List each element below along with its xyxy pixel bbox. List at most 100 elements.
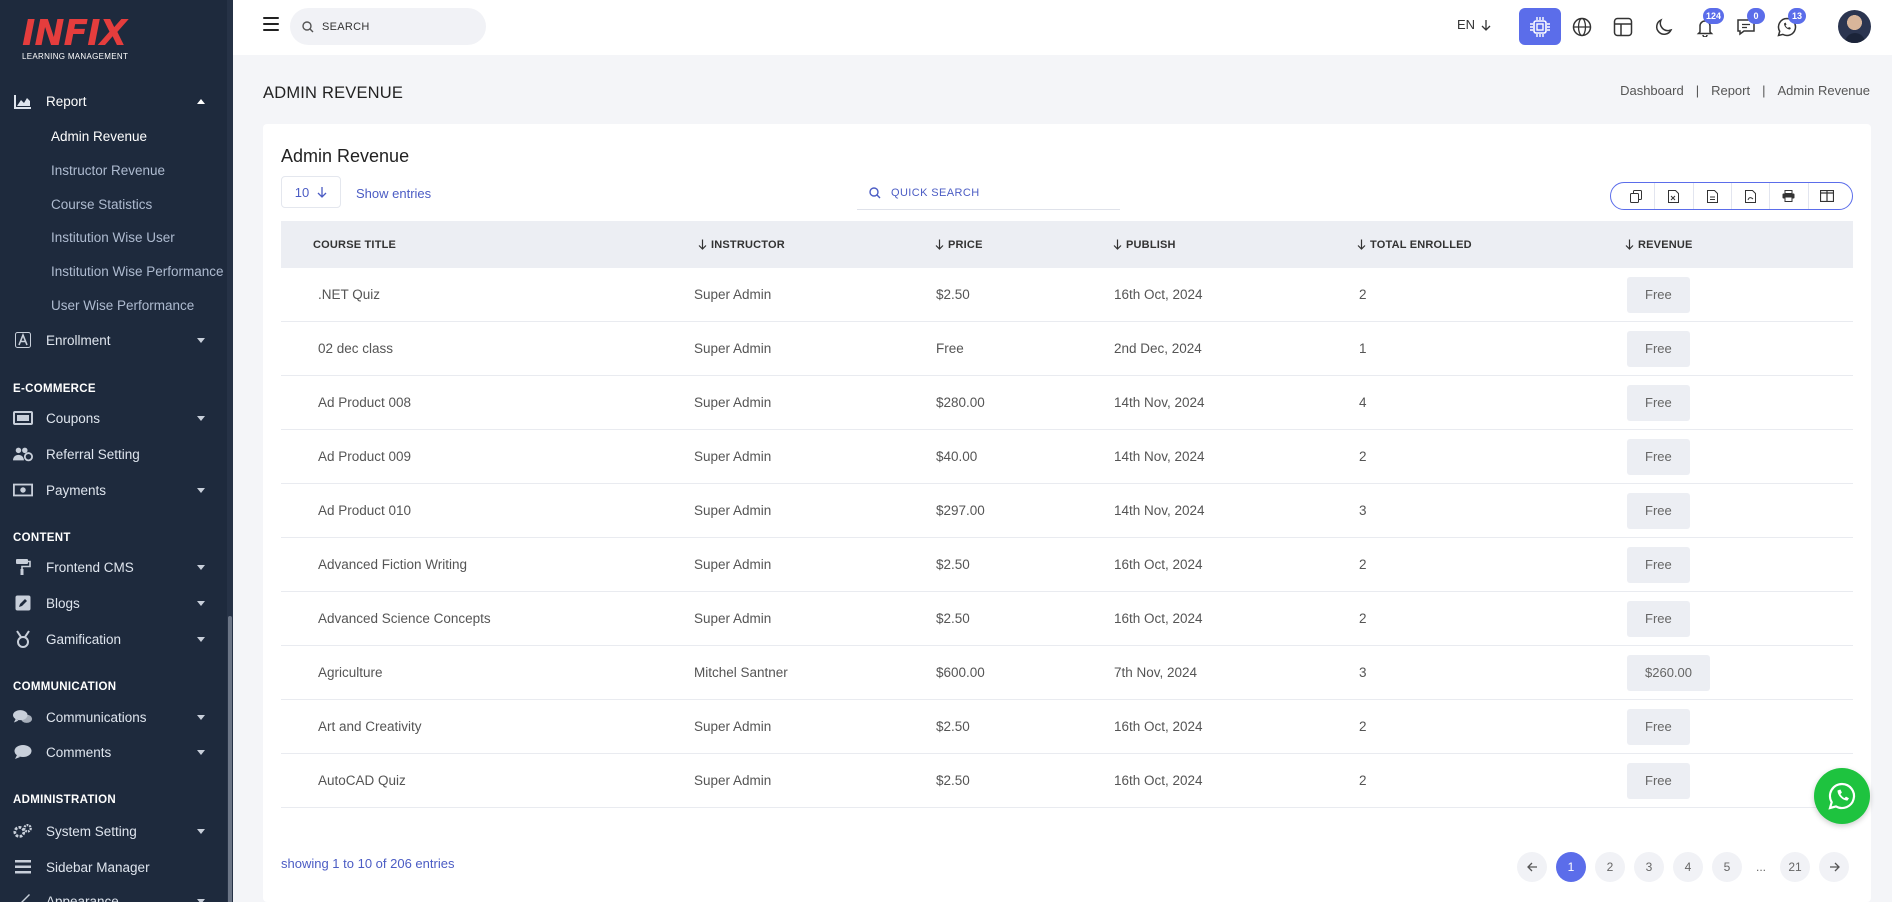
sidebar-section-content: CONTENT [13, 532, 71, 544]
sidebar: INFIX LEARNING MANAGEMENT Report Admin R… [0, 0, 233, 902]
cell-revenue: Free [1627, 430, 1690, 483]
layout-icon [1613, 17, 1633, 36]
prev-page-button[interactable] [1517, 852, 1547, 882]
column-total-enrolled[interactable]: TOTAL ENROLLED [1357, 239, 1472, 251]
breadcrumb-separator: | [1695, 83, 1700, 98]
sidebar-subitem-course-statistics[interactable]: Course Statistics [51, 197, 152, 212]
search-icon [302, 20, 314, 32]
sort-arrow-icon [1357, 239, 1366, 250]
revenue-badge: Free [1627, 492, 1690, 529]
sidebar-item-label: System Setting [46, 823, 137, 839]
chart-area-icon [13, 93, 33, 109]
whatsapp-icon [1828, 782, 1856, 810]
cell-instructor: Super Admin [694, 719, 772, 734]
sidebar-subitem-admin-revenue[interactable]: Admin Revenue [51, 129, 147, 144]
header-search[interactable] [290, 8, 486, 45]
arrow-left-icon [1526, 862, 1537, 872]
sidebar-scroll-thumb[interactable] [228, 616, 232, 902]
cpu-settings-button[interactable] [1519, 8, 1561, 45]
cell-instructor: Super Admin [694, 395, 772, 410]
logo[interactable]: INFIX LEARNING MANAGEMENT [22, 16, 128, 62]
dark-mode-button[interactable] [1643, 8, 1685, 45]
whatsapp-float-button[interactable] [1814, 768, 1870, 824]
sidebar-item-enrollment[interactable]: Enrollment [0, 325, 227, 355]
user-avatar[interactable] [1838, 10, 1871, 43]
next-page-button[interactable] [1819, 852, 1849, 882]
cell-price: $600.00 [936, 665, 985, 680]
sidebar-item-referral-setting[interactable]: Referral Setting [0, 439, 227, 469]
breadcrumb-current: Admin Revenue [1777, 83, 1871, 98]
entries-value: 10 [294, 184, 310, 200]
menu-toggle-icon[interactable] [263, 17, 279, 31]
sidebar-scrollbar[interactable] [227, 0, 233, 902]
sidebar-item-report[interactable]: Report [0, 86, 227, 116]
page-button-2[interactable]: 2 [1595, 852, 1625, 882]
sidebar-subitem-institution-wise-performance[interactable]: Institution Wise Performance [51, 264, 224, 279]
sidebar-section-communication: COMMUNICATION [13, 681, 117, 693]
table-row: Art and Creativity Super Admin $2.50 16t… [281, 700, 1853, 754]
sidebar-item-comments[interactable]: Comments [0, 737, 227, 767]
column-visibility-button[interactable] [1809, 183, 1846, 209]
sidebar-item-system-setting[interactable]: System Setting [0, 816, 227, 846]
breadcrumb-dashboard[interactable]: Dashboard [1620, 83, 1684, 98]
column-price[interactable]: PRICE [935, 239, 983, 251]
cell-revenue: Free [1627, 376, 1690, 429]
globe-button[interactable] [1561, 8, 1603, 45]
copy-button[interactable] [1617, 183, 1656, 209]
column-course-title[interactable]: COURSE TITLE [313, 239, 396, 251]
messages-button[interactable]: 0 [1725, 8, 1767, 45]
breadcrumb-separator: | [1762, 83, 1766, 98]
sidebar-item-sidebar-manager[interactable]: Sidebar Manager [0, 852, 227, 882]
sidebar-item-frontend-cms[interactable]: Frontend CMS [0, 552, 227, 582]
notifications-button[interactable]: 124 [1684, 8, 1726, 45]
breadcrumb-report[interactable]: Report [1711, 83, 1750, 98]
page-button-1[interactable]: 1 [1556, 852, 1586, 882]
chevron-down-icon [197, 749, 205, 755]
cell-publish: 16th Oct, 2024 [1114, 719, 1203, 734]
sidebar-item-gamification[interactable]: Gamification [0, 624, 227, 654]
cell-price: Free [936, 341, 964, 356]
export-excel-button[interactable] [1655, 183, 1694, 209]
chevron-down-icon [197, 487, 205, 493]
cell-instructor: Mitchel Santner [694, 665, 788, 680]
sidebar-item-coupons[interactable]: Coupons [0, 403, 227, 433]
cell-price: $2.50 [936, 773, 970, 788]
column-instructor[interactable]: INSTRUCTOR [698, 239, 785, 251]
print-button[interactable] [1770, 183, 1809, 209]
sort-arrow-icon [1113, 239, 1122, 250]
column-publish[interactable]: PUBLISH [1113, 239, 1176, 251]
export-csv-button[interactable] [1694, 183, 1732, 209]
page-button-21[interactable]: 21 [1780, 852, 1810, 882]
revenue-badge: Free [1627, 762, 1690, 799]
page-button-4[interactable]: 4 [1673, 852, 1703, 882]
sidebar-subitem-institution-wise-user[interactable]: Institution Wise User [51, 230, 175, 245]
sidebar-item-label: Sidebar Manager [46, 859, 150, 875]
table-row: AutoCAD Quiz Super Admin $2.50 16th Oct,… [281, 754, 1853, 808]
sidebar-item-communications[interactable]: Communications [0, 702, 227, 732]
column-revenue[interactable]: REVENUE [1625, 239, 1693, 251]
quick-search[interactable] [857, 176, 1120, 210]
search-input[interactable] [322, 20, 472, 33]
pagination: 1 2 3 4 5 ... 21 [1517, 852, 1849, 882]
search-icon [869, 186, 881, 198]
cell-instructor: Super Admin [694, 287, 772, 302]
sidebar-item-appearance[interactable]: Appearance [0, 886, 227, 902]
page-button-5[interactable]: 5 [1712, 852, 1742, 882]
whatsapp-header-button[interactable]: 13 [1766, 8, 1808, 45]
layout-button[interactable] [1602, 8, 1644, 45]
cell-publish: 14th Nov, 2024 [1114, 395, 1205, 410]
sidebar-item-blogs[interactable]: Blogs [0, 588, 227, 618]
cell-course-title: 02 dec class [318, 341, 394, 356]
sidebar-item-payments[interactable]: Payments [0, 475, 227, 505]
entries-per-page-select[interactable]: 10 [281, 176, 341, 208]
sidebar-subitem-instructor-revenue[interactable]: Instructor Revenue [51, 163, 165, 178]
quick-search-input[interactable] [891, 186, 1091, 199]
language-selector[interactable]: EN [1457, 17, 1491, 32]
table-row: Ad Product 009 Super Admin $40.00 14th N… [281, 430, 1853, 484]
cell-enrolled: 3 [1359, 503, 1367, 518]
export-pdf-button[interactable] [1732, 183, 1771, 209]
top-bar: EN 124 0 13 [233, 0, 1892, 55]
page-button-3[interactable]: 3 [1634, 852, 1664, 882]
sidebar-subitem-user-wise-performance[interactable]: User Wise Performance [51, 298, 194, 313]
cogs-icon [13, 823, 33, 839]
